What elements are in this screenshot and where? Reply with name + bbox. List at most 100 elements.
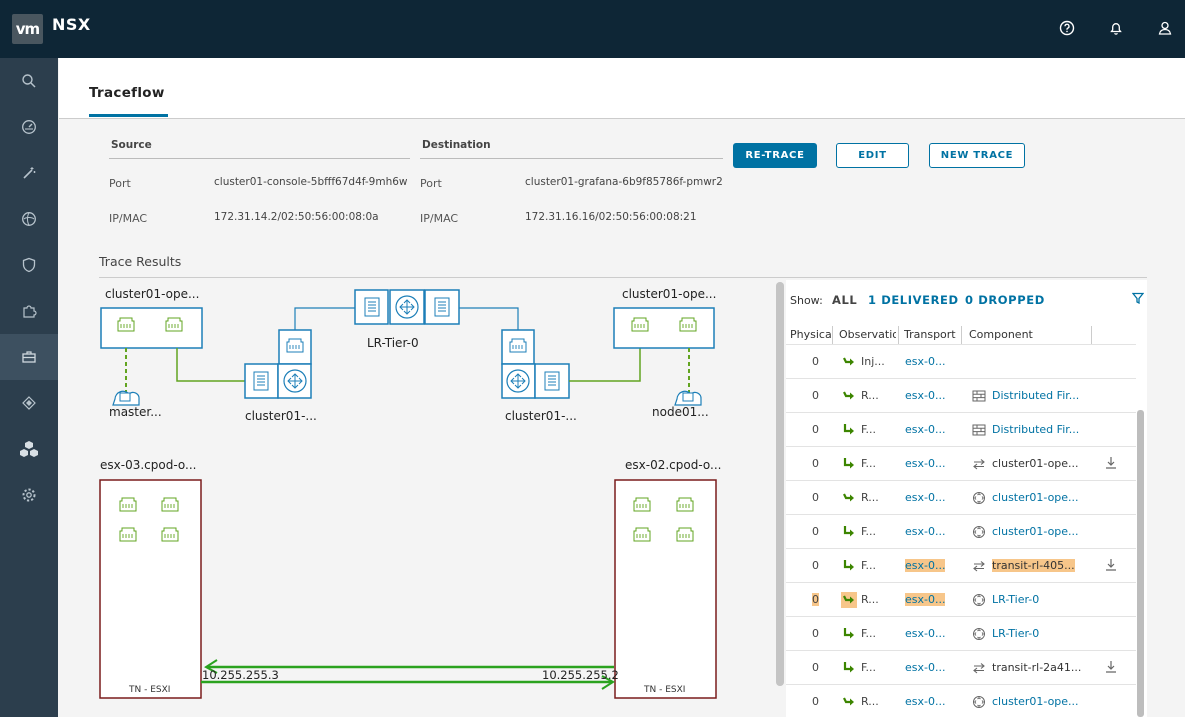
vmware-logo[interactable]: vm — [12, 14, 43, 44]
table-scrollbar[interactable] — [1137, 410, 1144, 717]
component-link[interactable]: Distributed Fir... — [992, 423, 1079, 436]
component-link[interactable]: cluster01-ope... — [992, 525, 1079, 538]
sidebar-item-search[interactable] — [0, 58, 58, 104]
right-vm-label[interactable]: node01... — [652, 405, 709, 419]
filter-icon[interactable] — [1132, 292, 1144, 304]
col-physical[interactable]: Physica — [790, 328, 832, 341]
sidebar-item-security[interactable] — [0, 242, 58, 288]
table-row[interactable]: 0 R... esx-0... Distributed Fir... — [786, 378, 1136, 412]
download-icon[interactable] — [1104, 558, 1118, 572]
table-row[interactable]: 0 R... esx-0... cluster01-ope... — [786, 684, 1136, 717]
component-link[interactable]: Distributed Fir... — [992, 389, 1079, 402]
table-row[interactable]: 0 Inj... esx-0... — [786, 344, 1136, 378]
filter-dropped[interactable]: 0 DROPPED — [965, 293, 1045, 307]
right-vm-icon[interactable] — [674, 390, 702, 406]
component-link[interactable]: transit-rl-405... — [992, 559, 1075, 572]
left-vm-icon[interactable] — [112, 390, 140, 406]
right-segment-label[interactable]: cluster01-ope... — [622, 287, 716, 301]
table-row[interactable]: 0 F... esx-0... transit-rl-405... — [786, 548, 1136, 582]
host-right-box[interactable] — [614, 479, 717, 699]
observation-text: F... — [861, 627, 877, 640]
left-vm-label[interactable]: master... — [109, 405, 162, 419]
row-observation: Inj... — [841, 354, 887, 370]
row-transport-link[interactable]: esx-0... — [905, 593, 946, 606]
row-component: Distributed Fir... — [972, 388, 1122, 404]
component-link[interactable]: cluster01-ope... — [992, 457, 1079, 470]
user-icon[interactable] — [1156, 19, 1174, 37]
left-segment-label[interactable]: cluster01-ope... — [105, 287, 199, 301]
left-tier1-router[interactable] — [244, 329, 312, 399]
row-observation: R... — [841, 592, 887, 608]
row-observation: F... — [841, 422, 887, 438]
table-row[interactable]: 0 F... esx-0... cluster01-ope... — [786, 514, 1136, 548]
component-link[interactable]: transit-rl-2a41... — [992, 661, 1081, 674]
left-router-label[interactable]: cluster01-... — [245, 409, 317, 423]
download-icon[interactable] — [1104, 456, 1118, 470]
bell-icon[interactable] — [1107, 19, 1125, 37]
row-transport-link[interactable]: esx-0... — [905, 389, 945, 402]
edit-button[interactable]: EDIT — [836, 143, 909, 168]
sidebar-item-tools[interactable] — [0, 150, 58, 196]
col-transport[interactable]: Transport — [904, 328, 959, 341]
diagram-scrollbar[interactable] — [776, 282, 784, 686]
tier0-router[interactable] — [354, 289, 460, 325]
row-component: transit-rl-405... — [972, 558, 1122, 574]
puzzle-icon — [23, 305, 37, 318]
sidebar — [0, 58, 58, 717]
row-physical: 0 — [812, 457, 819, 470]
row-transport-link[interactable]: esx-0... — [905, 491, 945, 504]
table-row[interactable]: 0 F... esx-0... Distributed Fir... — [786, 412, 1136, 446]
page-title[interactable]: Traceflow — [89, 85, 165, 101]
row-transport-link[interactable]: esx-0... — [905, 355, 945, 368]
table-row[interactable]: 0 R... esx-0... LR-Tier-0 — [786, 582, 1136, 616]
sidebar-item-dashboard[interactable] — [0, 104, 58, 150]
table-row[interactable]: 0 F... esx-0... LR-Tier-0 — [786, 616, 1136, 650]
diagram-scrollbar-thumb[interactable] — [776, 282, 784, 686]
component-link[interactable]: cluster01-ope... — [992, 491, 1079, 504]
right-tier1-router[interactable] — [501, 329, 570, 399]
row-transport-link[interactable]: esx-0... — [905, 423, 945, 436]
col-component[interactable]: Component — [969, 328, 1089, 341]
download-icon[interactable] — [1104, 660, 1118, 674]
right-router-label[interactable]: cluster01-... — [505, 409, 577, 423]
observation-arrow-icon — [843, 697, 854, 706]
sidebar-item-inventory[interactable] — [0, 288, 58, 334]
row-transport-link[interactable]: esx-0... — [905, 525, 945, 538]
tier0-router-label[interactable]: LR-Tier-0 — [367, 336, 419, 350]
component-link[interactable]: cluster01-ope... — [992, 695, 1079, 708]
retrace-button[interactable]: RE-TRACE — [733, 143, 817, 168]
left-segment-switch[interactable] — [100, 307, 203, 349]
dashboard-icon — [22, 120, 36, 134]
source-divider — [109, 158, 410, 159]
sidebar-item-workloads[interactable] — [0, 426, 58, 472]
row-physical: 0 — [812, 593, 819, 606]
row-transport-link[interactable]: esx-0... — [905, 457, 945, 470]
table-row[interactable]: 0 F... esx-0... transit-rl-2a41... — [786, 650, 1136, 684]
table-row[interactable]: 0 R... esx-0... cluster01-ope... — [786, 480, 1136, 514]
filter-delivered[interactable]: 1 DELIVERED — [868, 293, 959, 307]
host-left-label[interactable]: esx-03.cpod-o... — [100, 458, 196, 472]
row-transport-link[interactable]: esx-0... — [905, 661, 945, 674]
new-trace-button[interactable]: NEW TRACE — [929, 143, 1025, 168]
row-transport-link[interactable]: esx-0... — [905, 695, 945, 708]
sidebar-item-system[interactable] — [0, 380, 58, 426]
filter-all[interactable]: ALL — [832, 293, 857, 307]
show-label: Show: — [790, 294, 823, 307]
sidebar-item-networking[interactable] — [0, 196, 58, 242]
right-segment-switch[interactable] — [613, 307, 715, 349]
row-transport-link[interactable]: esx-0... — [905, 627, 945, 640]
row-component: LR-Tier-0 — [972, 626, 1122, 642]
component-link[interactable]: LR-Tier-0 — [992, 627, 1039, 640]
observations-panel: Show: ALL 1 DELIVERED 0 DROPPED Physica … — [786, 280, 1147, 717]
table-row[interactable]: 0 F... esx-0... cluster01-ope... — [786, 446, 1136, 480]
host-right-label[interactable]: esx-02.cpod-o... — [625, 458, 721, 472]
sidebar-item-plan-troubleshoot[interactable] — [0, 334, 58, 380]
host-left-box[interactable] — [99, 479, 202, 699]
col-observation[interactable]: Observatio — [839, 328, 896, 341]
sidebar-item-settings[interactable] — [0, 472, 58, 518]
switch-icon — [973, 663, 985, 674]
row-transport-link[interactable]: esx-0... — [905, 559, 946, 572]
right-router-to-segment-link — [569, 348, 641, 382]
help-icon[interactable] — [1058, 19, 1076, 37]
component-link[interactable]: LR-Tier-0 — [992, 593, 1039, 606]
